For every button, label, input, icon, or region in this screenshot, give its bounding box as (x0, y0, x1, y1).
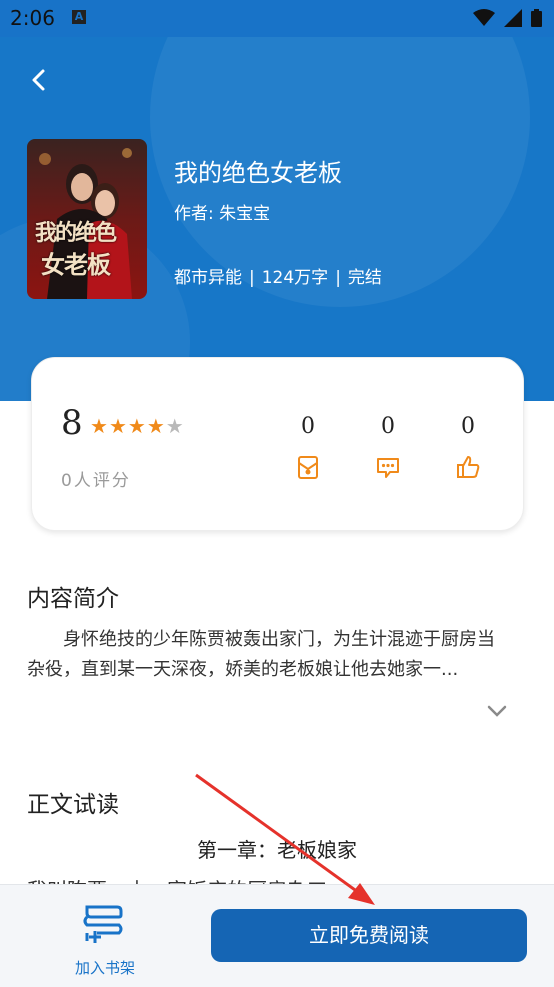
status-bar: 2:06 A (0, 0, 554, 37)
book-word-count: 124万字 (261, 268, 329, 288)
battery-icon (531, 9, 542, 27)
rating-count: 0人评分 (61, 471, 131, 491)
book-category: 都市异能 (174, 268, 242, 288)
cellular-icon (503, 9, 522, 27)
book-meta: 都市异能 | 124万字 | 完结 (174, 263, 382, 288)
divider: | (335, 268, 341, 288)
intro-text: 身怀绝技的少年陈贾被轰出家门，为生计混迹于厨房当杂役，直到某一天深夜，娇美的老板… (27, 629, 495, 680)
chevron-down-icon[interactable] (486, 700, 508, 722)
thumbs-up-icon[interactable] (455, 454, 481, 480)
comment-icon[interactable] (375, 454, 401, 480)
divider: | (249, 268, 255, 288)
back-arrow-icon[interactable] (24, 65, 54, 95)
rating-stars: ★★★★★ (90, 414, 185, 438)
book-status: 完结 (347, 268, 382, 288)
comment-count: 0 (381, 414, 395, 439)
star-icon: ★ (108, 414, 128, 438)
status-icons (469, 9, 542, 28)
monthly-ticket-count: 0 (301, 414, 315, 439)
book-title: 我的绝色女老板 (174, 159, 342, 187)
book-author[interactable]: 作者: 朱宝宝 (174, 199, 270, 224)
cover-title-line1: 我的绝色 (35, 221, 117, 246)
trial-heading: 正文试读 (27, 792, 119, 818)
add-to-shelf-label: 加入书架 (74, 959, 135, 977)
star-empty-icon: ★ (165, 414, 185, 438)
free-read-button[interactable]: 立即免费阅读 (211, 909, 527, 962)
wifi-icon (472, 9, 495, 26)
star-icon: ★ (127, 414, 147, 438)
rating-card: 8 ★★★★★ 0人评分 0 0 0 (31, 357, 524, 531)
star-icon: ★ (146, 414, 166, 438)
book-cover[interactable]: 我的绝色 女老板 (27, 139, 147, 299)
cover-title-line2: 女老板 (41, 251, 111, 279)
intro-heading: 内容简介 (27, 586, 119, 612)
bottom-action-bar: 加入书架 立即免费阅读 (0, 884, 554, 987)
star-icon: ★ (90, 414, 109, 438)
notification-badge: A (72, 10, 86, 24)
status-time: 2:06 (10, 6, 55, 30)
chapter-title: 第一章：老板娘家 (197, 838, 357, 862)
like-count: 0 (461, 414, 475, 439)
add-to-shelf-button[interactable]: 加入书架 (60, 895, 150, 977)
rating-score: 8 (61, 403, 83, 443)
monthly-ticket-icon[interactable] (295, 454, 321, 480)
bookshelf-icon (83, 905, 123, 943)
